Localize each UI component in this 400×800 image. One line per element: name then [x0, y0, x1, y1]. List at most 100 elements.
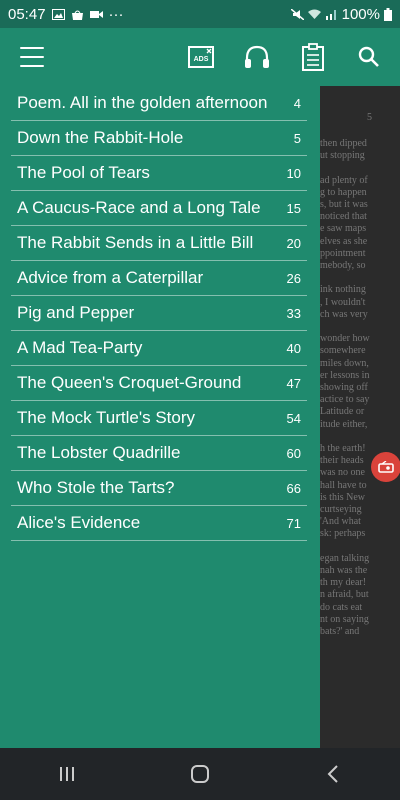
battery-percent: 100% [341, 5, 380, 23]
toc-item-title: The Pool of Tears [17, 163, 150, 182]
video-icon [89, 10, 103, 18]
toc-item-page: 4 [293, 95, 301, 111]
wifi-icon [307, 9, 321, 19]
toc-item-page: 40 [286, 340, 301, 356]
audio-button[interactable] [242, 42, 272, 72]
status-time: 05:47 [8, 5, 46, 23]
book-text-line: bats?' and [320, 626, 360, 637]
book-text-line: ad plenty of [320, 174, 368, 186]
book-text-line: er lessons in [320, 369, 370, 381]
book-text-line: nt on saying [320, 613, 369, 625]
book-text-line: Latitude or [320, 406, 365, 418]
toc-item-title: The Queen's Croquet-Ground [17, 373, 242, 392]
signal-icon [325, 9, 336, 20]
toc-item-page: 26 [286, 270, 301, 286]
toc-item[interactable]: The Queen's Croquet-Ground 47 [11, 366, 307, 401]
book-text-line: n afraid, but [320, 589, 369, 601]
app-bar: ADS [0, 28, 400, 86]
book-page[interactable]: 5 then dipped ut stopping ad plenty of g to… [320, 86, 400, 748]
toc-item-page: 66 [286, 480, 301, 496]
book-text-line: h the earth! [320, 443, 366, 454]
toc-item-page: 15 [286, 200, 301, 216]
status-more: ··· [108, 5, 124, 23]
toc-item-title: A Caucus-Race and a Long Tale [17, 198, 261, 217]
toc-item[interactable]: Who Stole the Tarts? 66 [11, 471, 307, 506]
toc-item[interactable]: Advice from a Caterpillar 26 [11, 261, 307, 296]
toc-item-title: Advice from a Caterpillar [17, 268, 204, 287]
toc-item[interactable]: The Mock Turtle's Story 54 [11, 401, 307, 436]
toc-item[interactable]: A Mad Tea-Party 40 [11, 331, 307, 366]
toc-item[interactable]: The Rabbit Sends in a Little Bill 20 [11, 226, 307, 261]
book-text-line: wonder how [320, 333, 370, 345]
toc-item-title: Down the Rabbit-Hole [17, 128, 184, 147]
toc-item[interactable]: The Pool of Tears 10 [11, 156, 307, 191]
book-text-line: s, but it was [320, 199, 368, 210]
book-text-line: th my dear! [320, 577, 367, 589]
bag-icon [71, 10, 83, 20]
toc-item-title: Pig and Pepper [17, 303, 135, 322]
ads-label: ADS [194, 56, 209, 63]
search-button[interactable] [354, 42, 384, 72]
mute-icon [290, 8, 304, 20]
gallery-icon [51, 8, 65, 20]
clipboard-icon [302, 43, 324, 71]
toc-item-page: 33 [286, 305, 301, 321]
book-text-line: 'And what [320, 516, 361, 528]
battery-icon [384, 7, 392, 21]
headphones-icon [245, 45, 269, 68]
book-text-line: noticed that [320, 211, 367, 223]
toc-item[interactable]: Pig and Pepper 33 [11, 296, 307, 331]
home-button[interactable] [180, 754, 220, 794]
radio-icon [378, 461, 394, 473]
toc-item-title: The Mock Turtle's Story [17, 408, 196, 427]
floating-button[interactable] [371, 452, 400, 482]
recents-icon [59, 767, 74, 781]
toc-item[interactable]: A Caucus-Race and a Long Tale 15 [11, 191, 307, 226]
navigation-bar [0, 748, 400, 800]
toc-drawer: Poem. All in the golden afternoon 4 Down t… [0, 86, 320, 748]
toc-item-page: 5 [293, 130, 301, 146]
notes-button[interactable] [298, 42, 328, 72]
book-text-line: curtseying [320, 504, 362, 515]
book-text-line: ch was very [320, 308, 368, 320]
book-page-number: 5 [367, 112, 372, 123]
book-text-line: ut stopping [320, 150, 365, 162]
toc-item[interactable]: Down the Rabbit-Hole 5 [11, 121, 307, 156]
back-button[interactable] [313, 754, 353, 794]
book-text-line: itude either, [320, 418, 368, 430]
toc-item-page: 20 [286, 235, 301, 251]
toc-item-page: 60 [286, 445, 301, 461]
toc-item-title: The Rabbit Sends in a Little Bill [17, 233, 254, 252]
book-text-line: their heads [320, 455, 364, 467]
toc-item-title: A Mad Tea-Party [17, 338, 143, 357]
book-text-line: then dipped [320, 138, 367, 149]
toc-item-title: The Lobster Quadrille [17, 443, 181, 462]
book-text-line: miles down, [320, 357, 369, 369]
ads-button[interactable]: ADS [186, 42, 216, 72]
toc-list: Poem. All in the golden afternoon 4 Down t… [11, 86, 307, 541]
book-text-line: sk: perhaps [320, 528, 366, 540]
toc-item-page: 71 [286, 515, 301, 531]
search-icon [358, 46, 379, 67]
toc-item[interactable]: Alice's Evidence 71 [11, 506, 307, 541]
menu-icon[interactable] [20, 47, 44, 67]
toc-item-page: 54 [286, 410, 301, 426]
book-text-line: actice to say [320, 394, 370, 406]
book-text-line: is this New [320, 491, 365, 503]
book-text-line: ink nothing [320, 284, 366, 296]
toc-item[interactable]: Poem. All in the golden afternoon 4 [11, 86, 307, 121]
toc-item-page: 10 [286, 165, 301, 181]
toc-item[interactable]: The Lobster Quadrille 60 [11, 436, 307, 471]
book-text-line: showing off [320, 382, 368, 393]
toc-item-title: Who Stole the Tarts? [17, 478, 175, 497]
book-text-line: egan talking [320, 552, 370, 564]
book-text-line: mebody, so [320, 260, 366, 271]
recent-apps-button[interactable] [47, 754, 87, 794]
book-text-line: ppointment [320, 247, 366, 259]
book-text-line: nah was the [320, 565, 368, 576]
book-text-line: hall have to [320, 479, 367, 491]
book-text-line: e saw maps [320, 223, 367, 235]
book-text-line: g to happen [320, 186, 367, 198]
book-text-line: elves as she [320, 235, 368, 247]
status-bar: 05:47 ··· 100% [0, 0, 400, 28]
